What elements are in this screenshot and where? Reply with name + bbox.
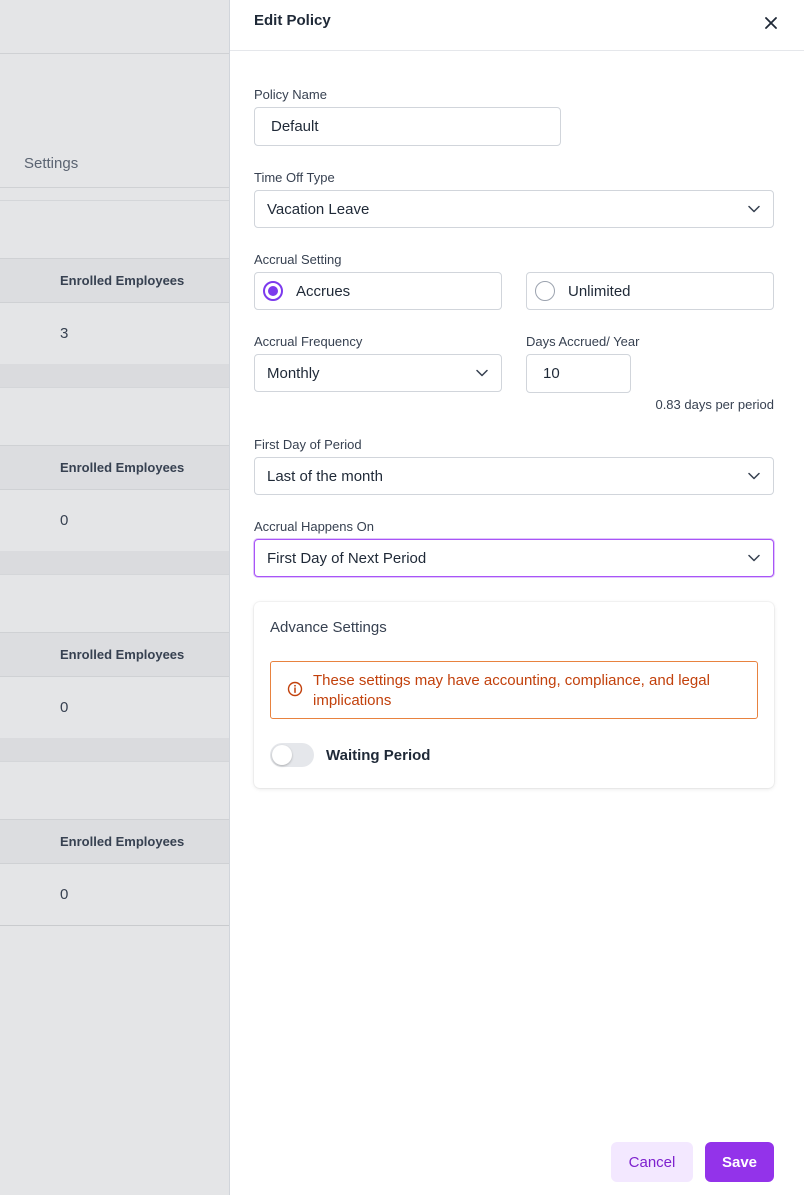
card-gap: [0, 364, 229, 388]
first-day-of-period-select[interactable]: Last of the month: [254, 457, 774, 495]
days-per-period-helper: 0.83 days per period: [655, 397, 774, 412]
chevron-down-icon: [747, 551, 761, 565]
policy-card: Enrolled Employees 3: [0, 200, 229, 365]
enrolled-count: 0: [60, 699, 69, 716]
chevron-down-icon: [747, 469, 761, 483]
drawer-header: Edit Policy: [230, 0, 804, 51]
radio-accrues-label: Accrues: [296, 282, 351, 300]
accrual-frequency-value: Monthly: [267, 364, 320, 382]
card-gap: [0, 738, 229, 762]
column-header-enrolled: Enrolled Employees: [0, 258, 229, 303]
background-page: Settings Enrolled Employees 3 Enrolled E…: [0, 0, 229, 1195]
cancel-button[interactable]: Cancel: [611, 1142, 693, 1182]
days-accrued-value: 10: [543, 365, 560, 382]
accrual-happens-on-select[interactable]: First Day of Next Period: [254, 539, 774, 577]
tab-divider: [0, 187, 229, 188]
policy-name-value: Default: [271, 118, 319, 135]
radio-unchecked-icon: [535, 281, 555, 301]
days-accrued-input[interactable]: 10: [526, 354, 631, 393]
advance-settings-title: Advance Settings: [270, 619, 387, 636]
accrual-setting-label: Accrual Setting: [254, 252, 342, 267]
drawer-title: Edit Policy: [254, 12, 331, 29]
toggle-knob: [272, 745, 292, 765]
first-day-of-period-value: Last of the month: [267, 467, 383, 485]
save-button[interactable]: Save: [705, 1142, 774, 1182]
enrolled-count: 0: [60, 886, 69, 903]
column-header-enrolled: Enrolled Employees: [0, 632, 229, 677]
info-circle-icon: [287, 681, 303, 697]
policy-name-label: Policy Name: [254, 87, 327, 102]
first-day-of-period-label: First Day of Period: [254, 437, 362, 452]
card-gap: [0, 551, 229, 575]
radio-accrues[interactable]: Accrues: [254, 272, 502, 310]
background-topbar: [0, 0, 229, 54]
accrual-happens-on-value: First Day of Next Period: [267, 549, 427, 567]
accrual-frequency-label: Accrual Frequency: [254, 334, 363, 349]
radio-checked-icon: [263, 281, 283, 301]
policy-card: Enrolled Employees 0: [0, 387, 229, 552]
column-header-enrolled: Enrolled Employees: [0, 445, 229, 490]
policy-name-input[interactable]: Default: [254, 107, 561, 146]
radio-unlimited[interactable]: Unlimited: [526, 272, 774, 310]
column-header-enrolled: Enrolled Employees: [0, 819, 229, 864]
time-off-type-value: Vacation Leave: [267, 200, 370, 218]
advance-settings-card: Advance Settings These settings may have…: [254, 602, 774, 788]
radio-unlimited-label: Unlimited: [568, 282, 631, 300]
chevron-down-icon: [747, 202, 761, 216]
edit-policy-drawer: Edit Policy Policy Name Default Time Off…: [229, 0, 804, 1195]
policy-card-header: [0, 388, 229, 445]
close-button[interactable]: [760, 12, 782, 34]
time-off-type-select[interactable]: Vacation Leave: [254, 190, 774, 228]
policy-card-header: [0, 762, 229, 819]
waiting-period-row: Waiting Period: [270, 743, 430, 767]
policy-card: Enrolled Employees 0: [0, 761, 229, 926]
tab-settings[interactable]: Settings: [24, 155, 78, 172]
waiting-period-label: Waiting Period: [326, 746, 431, 764]
compliance-warning-text: These settings may have accounting, comp…: [313, 672, 710, 709]
time-off-type-label: Time Off Type: [254, 170, 335, 185]
accrual-frequency-select[interactable]: Monthly: [254, 354, 502, 392]
enrolled-count: 3: [60, 325, 69, 342]
close-icon: [765, 17, 777, 29]
chevron-down-icon: [475, 366, 489, 380]
policy-card: Enrolled Employees 0: [0, 574, 229, 739]
waiting-period-toggle[interactable]: [270, 743, 314, 767]
enrolled-count: 0: [60, 512, 69, 529]
compliance-warning: These settings may have accounting, comp…: [270, 661, 758, 719]
policy-card-header: [0, 575, 229, 632]
days-accrued-label: Days Accrued/ Year: [526, 334, 640, 349]
accrual-happens-on-label: Accrual Happens On: [254, 519, 374, 534]
policy-card-header: [0, 201, 229, 258]
